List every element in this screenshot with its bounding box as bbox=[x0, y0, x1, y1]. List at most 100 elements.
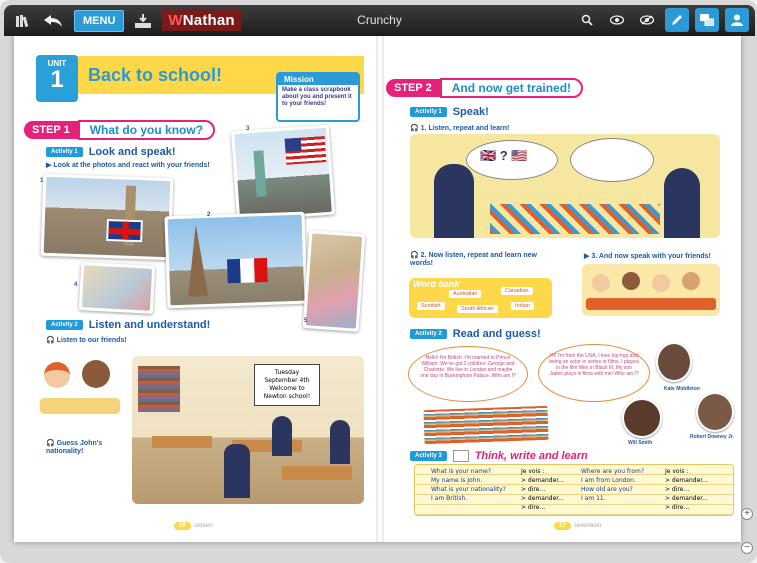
mission-text: Make a class scrapbook about you and pre… bbox=[282, 87, 352, 107]
student-desk-1 bbox=[152, 436, 212, 448]
right-instr3: ▶ 3. And now speak with your friends! bbox=[584, 253, 711, 260]
word-canadian[interactable]: Canadian bbox=[501, 287, 533, 295]
guess-text: Guess John's nationality! bbox=[46, 440, 103, 455]
celeb-name-kate: Kate Middleton bbox=[664, 386, 700, 392]
word-australian[interactable]: Australian bbox=[449, 290, 482, 298]
craft-table bbox=[490, 204, 660, 234]
statue-of-liberty bbox=[253, 150, 267, 197]
right-instr1: 🎧 1. Listen, repeat and learn! bbox=[410, 124, 509, 132]
nathan-logo-text: Nathan bbox=[182, 12, 235, 29]
app-frame: MENU WNathan Crunchy Back to school! UNI… bbox=[0, 0, 757, 563]
us-flag bbox=[284, 136, 327, 165]
table-col3-row4: I am 11. bbox=[581, 495, 606, 502]
back-icon[interactable] bbox=[42, 10, 64, 32]
word-bank-title: Word bank bbox=[413, 279, 460, 289]
left-page-number: 10 sixteen bbox=[174, 522, 213, 530]
table-col1-row4: I am British. bbox=[431, 495, 468, 502]
photo-london[interactable] bbox=[40, 173, 174, 261]
toolbar: MENU WNathan Crunchy bbox=[4, 5, 755, 36]
right-activity2-title: Read and guess! bbox=[452, 328, 541, 340]
thought-bubble-right bbox=[570, 138, 654, 182]
celeb-photo-kate bbox=[656, 342, 692, 382]
right-page-number: 17 seventeen bbox=[554, 522, 601, 530]
right-instr2-text: 2. Now listen, repeat and learn new word… bbox=[410, 252, 537, 267]
right-activity3-label: Activity 3 bbox=[410, 451, 447, 461]
photo-new-york-image bbox=[234, 127, 332, 219]
screen-icon[interactable] bbox=[695, 8, 719, 32]
step2-label: STEP 2 bbox=[386, 79, 440, 97]
magazines-stack bbox=[423, 405, 549, 445]
photo-classroom-image bbox=[81, 265, 153, 311]
activity1-label: Activity 1 bbox=[46, 147, 83, 157]
student-3 bbox=[330, 420, 350, 464]
notebook-icon bbox=[452, 450, 469, 462]
step1-header: STEP 1 What do you know? bbox=[24, 120, 216, 140]
friends-illustration bbox=[582, 264, 720, 316]
menu-button[interactable]: MENU bbox=[74, 9, 125, 32]
activity1-header: Activity 1 Look and speak! bbox=[46, 146, 175, 158]
zoom-out-icon[interactable]: − bbox=[741, 542, 753, 554]
download-icon[interactable] bbox=[132, 10, 154, 32]
activity1-instruction: ▶ Look at the photos and react with your… bbox=[46, 162, 210, 169]
step1-label: STEP 1 bbox=[24, 121, 78, 139]
zoom-in-icon[interactable]: + bbox=[741, 508, 753, 520]
table-col4-row4: > dire... bbox=[665, 504, 690, 511]
table-col4-row1: > demander... bbox=[665, 477, 708, 484]
table-col3-row2: I am from London. bbox=[581, 477, 636, 484]
photo-paris-image bbox=[167, 214, 305, 306]
photo-scrapbook-image bbox=[305, 233, 363, 329]
table-col2-header: Je vois : bbox=[521, 468, 545, 475]
table-col1-row1: What is your name? bbox=[431, 468, 491, 475]
photo-number-5: 5 bbox=[304, 318, 308, 324]
photo-scrapbook[interactable] bbox=[302, 230, 366, 332]
photo-new-york[interactable] bbox=[230, 124, 336, 222]
activity1-title: Look and speak! bbox=[88, 146, 176, 158]
nathan-logo[interactable]: WNathan bbox=[162, 10, 241, 31]
word-south-african[interactable]: South African bbox=[457, 305, 498, 313]
user-icon[interactable] bbox=[725, 8, 749, 32]
table-col4: Je vois : > demander... > dire... > dema… bbox=[665, 467, 708, 512]
activity2-title: Listen and understand! bbox=[88, 319, 211, 331]
word-scottish[interactable]: Scottish bbox=[417, 302, 445, 310]
student-desk-3 bbox=[282, 466, 352, 480]
mission-title: Mission bbox=[278, 74, 358, 85]
step1-title: What do you know? bbox=[77, 120, 216, 140]
union-jack-flag bbox=[106, 218, 143, 243]
eiffel-tower bbox=[185, 224, 209, 297]
table-col2-row4: > dire... bbox=[521, 504, 546, 511]
photo-classroom[interactable] bbox=[78, 262, 156, 314]
right-page-word: seventeen bbox=[573, 523, 602, 529]
table-col2-row3: > demander... bbox=[521, 495, 564, 502]
eye-icon[interactable] bbox=[605, 8, 629, 32]
photo-number-1: 1 bbox=[40, 178, 44, 184]
table-col3-row1: Where are you from? bbox=[581, 468, 645, 475]
right-activity2-label: Activity 2 bbox=[410, 329, 447, 339]
headphones-icon: 🎧 bbox=[410, 252, 419, 259]
bookshelf bbox=[138, 366, 180, 412]
table-col2-row2: > dire... bbox=[521, 486, 546, 493]
library-icon[interactable] bbox=[12, 10, 34, 32]
phrase-table: What is your name? My name is John. What… bbox=[414, 464, 734, 516]
photo-london-image bbox=[43, 176, 171, 258]
step2-header: STEP 2 And now get trained! bbox=[386, 78, 584, 98]
right-activity1-header: Activity 1 Speak! bbox=[410, 106, 489, 118]
activity2-label: Activity 2 bbox=[46, 320, 83, 330]
right-page-number-value: 17 bbox=[554, 522, 571, 530]
headphones-icon: 🎧 bbox=[46, 337, 55, 344]
kids-illustration bbox=[40, 358, 120, 418]
eye-slash-icon[interactable] bbox=[635, 8, 659, 32]
friends-table bbox=[586, 298, 716, 310]
right-activity2-header: Activity 2 Read and guess! bbox=[410, 328, 541, 340]
celeb-name-will: Will Smith bbox=[628, 440, 653, 446]
classroom-scene: Tuesday September 4th Welcome to Newton … bbox=[132, 356, 364, 504]
friend-3 bbox=[652, 274, 670, 292]
table-col3-row3: How old are you? bbox=[581, 486, 633, 493]
search-icon[interactable] bbox=[575, 8, 599, 32]
friend-2 bbox=[622, 272, 640, 290]
table-col4-header: Je vois : bbox=[665, 468, 689, 475]
activity1-instruction-text: Look at the photos and react with your f… bbox=[53, 162, 210, 169]
pen-icon[interactable] bbox=[665, 8, 689, 32]
right-instr1-text: 1. Listen, repeat and learn! bbox=[420, 125, 510, 132]
photo-paris[interactable] bbox=[164, 211, 308, 309]
word-indian[interactable]: Indian bbox=[511, 302, 534, 310]
